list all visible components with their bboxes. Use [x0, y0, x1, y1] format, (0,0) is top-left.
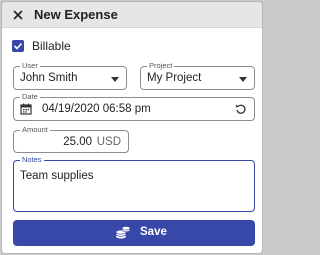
save-button[interactable]: Save: [13, 220, 255, 246]
billable-label: Billable: [32, 39, 71, 53]
amount-field-label: Amount: [20, 125, 50, 135]
chevron-down-icon: [111, 77, 119, 82]
date-field-label: Date: [20, 92, 40, 102]
reset-icon[interactable]: [235, 103, 247, 115]
calendar-icon: [20, 103, 32, 115]
project-field-label: Project: [147, 61, 175, 71]
date-value: 04/19/2020 06:58 pm: [42, 103, 151, 115]
amount-field[interactable]: Amount 25.00 USD: [13, 125, 129, 153]
notes-textarea[interactable]: Notes Team supplies: [13, 155, 255, 212]
notes-field-label: Notes: [20, 155, 44, 165]
billable-checkbox[interactable]: [12, 40, 24, 52]
date-field[interactable]: Date 04/19/2020 06:58 pm: [13, 92, 255, 121]
chevron-down-icon: [239, 77, 247, 82]
currency-label: USD: [96, 136, 121, 148]
user-field-label: User: [20, 61, 40, 71]
amount-value: 25.00: [63, 136, 92, 148]
save-label: Save: [140, 226, 167, 238]
coins-icon: [115, 226, 131, 239]
user-value: John Smith: [20, 72, 78, 84]
user-select[interactable]: User John Smith: [13, 61, 127, 90]
new-expense-dialog: New Expense Billable User John Smith Pro…: [1, 1, 263, 254]
dialog-title: New Expense: [34, 7, 118, 22]
notes-value: Team supplies: [20, 170, 94, 182]
close-icon[interactable]: [11, 8, 25, 22]
project-select[interactable]: Project My Project: [140, 61, 255, 90]
project-value: My Project: [147, 72, 202, 84]
dialog-header: New Expense: [2, 2, 262, 28]
checkmark-icon: [13, 42, 23, 50]
